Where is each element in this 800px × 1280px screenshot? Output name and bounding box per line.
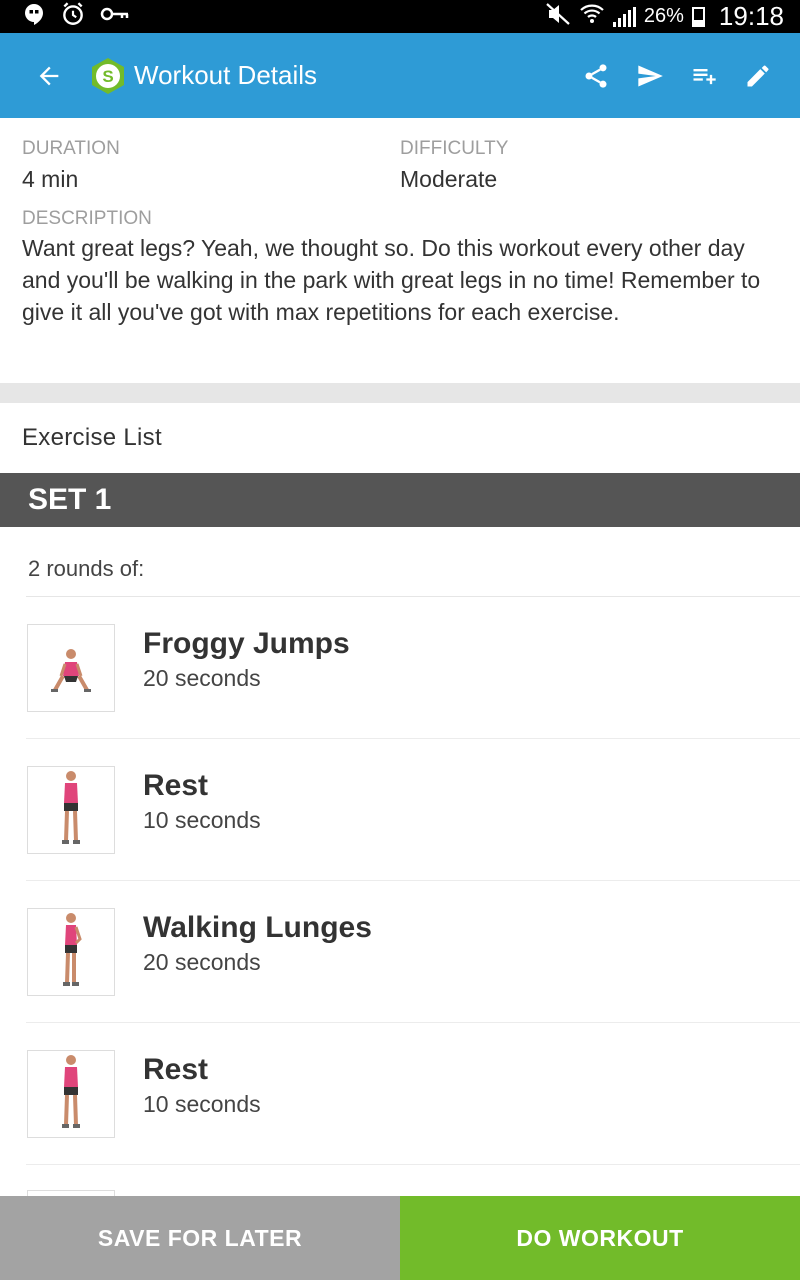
do-workout-button[interactable]: DO WORKOUT — [400, 1196, 800, 1280]
set-header: SET 1 — [0, 473, 800, 527]
exercise-figure-image — [62, 1055, 80, 1128]
exercise-name: Walking Lunges — [143, 911, 372, 944]
exercise-thumbnail — [27, 766, 115, 854]
exercise-item-walking-lunges[interactable]: Walking Lunges 20 seconds — [26, 881, 800, 1023]
exercise-thumbnail — [27, 1050, 115, 1138]
signal-icon — [612, 6, 636, 27]
description-text: Want great legs? Yeah, we thought so. Do… — [22, 235, 761, 325]
exercise-duration: 20 seconds — [143, 949, 261, 975]
exercise-duration: 10 seconds — [143, 807, 261, 833]
exercise-name: Rest — [143, 769, 209, 802]
app-bar: S Workout Details — [0, 33, 800, 118]
send-button[interactable] — [626, 52, 674, 100]
exercise-figure-image — [63, 913, 82, 986]
playlist-add-icon — [693, 68, 716, 84]
rounds-text: 2 rounds of: — [28, 556, 145, 581]
send-icon — [638, 65, 663, 86]
battery-icon — [691, 6, 705, 27]
clock: 19:18 — [718, 1, 784, 31]
edit-button[interactable] — [734, 52, 782, 100]
app-logo-icon: S — [88, 56, 128, 96]
section-divider — [0, 383, 800, 403]
exercise-thumbnail — [27, 908, 115, 996]
exercise-list-title: Exercise List — [22, 424, 162, 451]
share-icon — [585, 63, 607, 88]
svg-text:S: S — [102, 67, 113, 86]
exercise-item-rest[interactable]: Rest 10 seconds — [26, 739, 800, 881]
save-for-later-button[interactable]: SAVE FOR LATER — [0, 1196, 400, 1280]
workout-details: DURATION 4 min DIFFICULTY Moderate DESCR… — [0, 118, 800, 383]
hangouts-icon — [22, 2, 46, 31]
duration-label: DURATION — [22, 138, 120, 159]
exercise-list: Froggy Jumps 20 seconds Rest 10 seconds — [0, 597, 800, 1165]
vpn-key-icon — [100, 4, 130, 29]
description-label: DESCRIPTION — [22, 208, 152, 229]
exercise-thumbnail — [27, 624, 115, 712]
difficulty-label: DIFFICULTY — [400, 138, 509, 159]
edit-icon — [747, 65, 769, 86]
status-bar: 26% 19:18 — [0, 0, 800, 33]
exercise-item-froggy-jumps[interactable]: Froggy Jumps 20 seconds — [26, 597, 800, 739]
difficulty-value: Moderate — [400, 166, 498, 192]
bottom-action-bar: SAVE FOR LATER DO WORKOUT — [0, 1196, 800, 1280]
duration-value: 4 min — [22, 166, 79, 192]
exercise-duration: 20 seconds — [143, 665, 261, 691]
exercise-name: Froggy Jumps — [143, 627, 350, 660]
back-arrow-icon — [39, 66, 59, 85]
exercise-duration: 10 seconds — [143, 1091, 261, 1117]
mute-icon — [545, 2, 571, 32]
exercise-item-rest[interactable]: Rest 10 seconds — [26, 1023, 800, 1165]
back-button[interactable] — [24, 51, 74, 101]
exercise-name: Rest — [143, 1053, 209, 1086]
exercise-figure-image — [51, 649, 91, 692]
alarm-icon — [60, 1, 86, 32]
share-button[interactable] — [572, 52, 620, 100]
battery-percent: 26% — [643, 5, 684, 27]
page-title: Workout Details — [134, 60, 318, 90]
wifi-icon — [579, 2, 605, 32]
exercise-figure-image — [62, 771, 80, 844]
add-to-playlist-button[interactable] — [680, 52, 728, 100]
